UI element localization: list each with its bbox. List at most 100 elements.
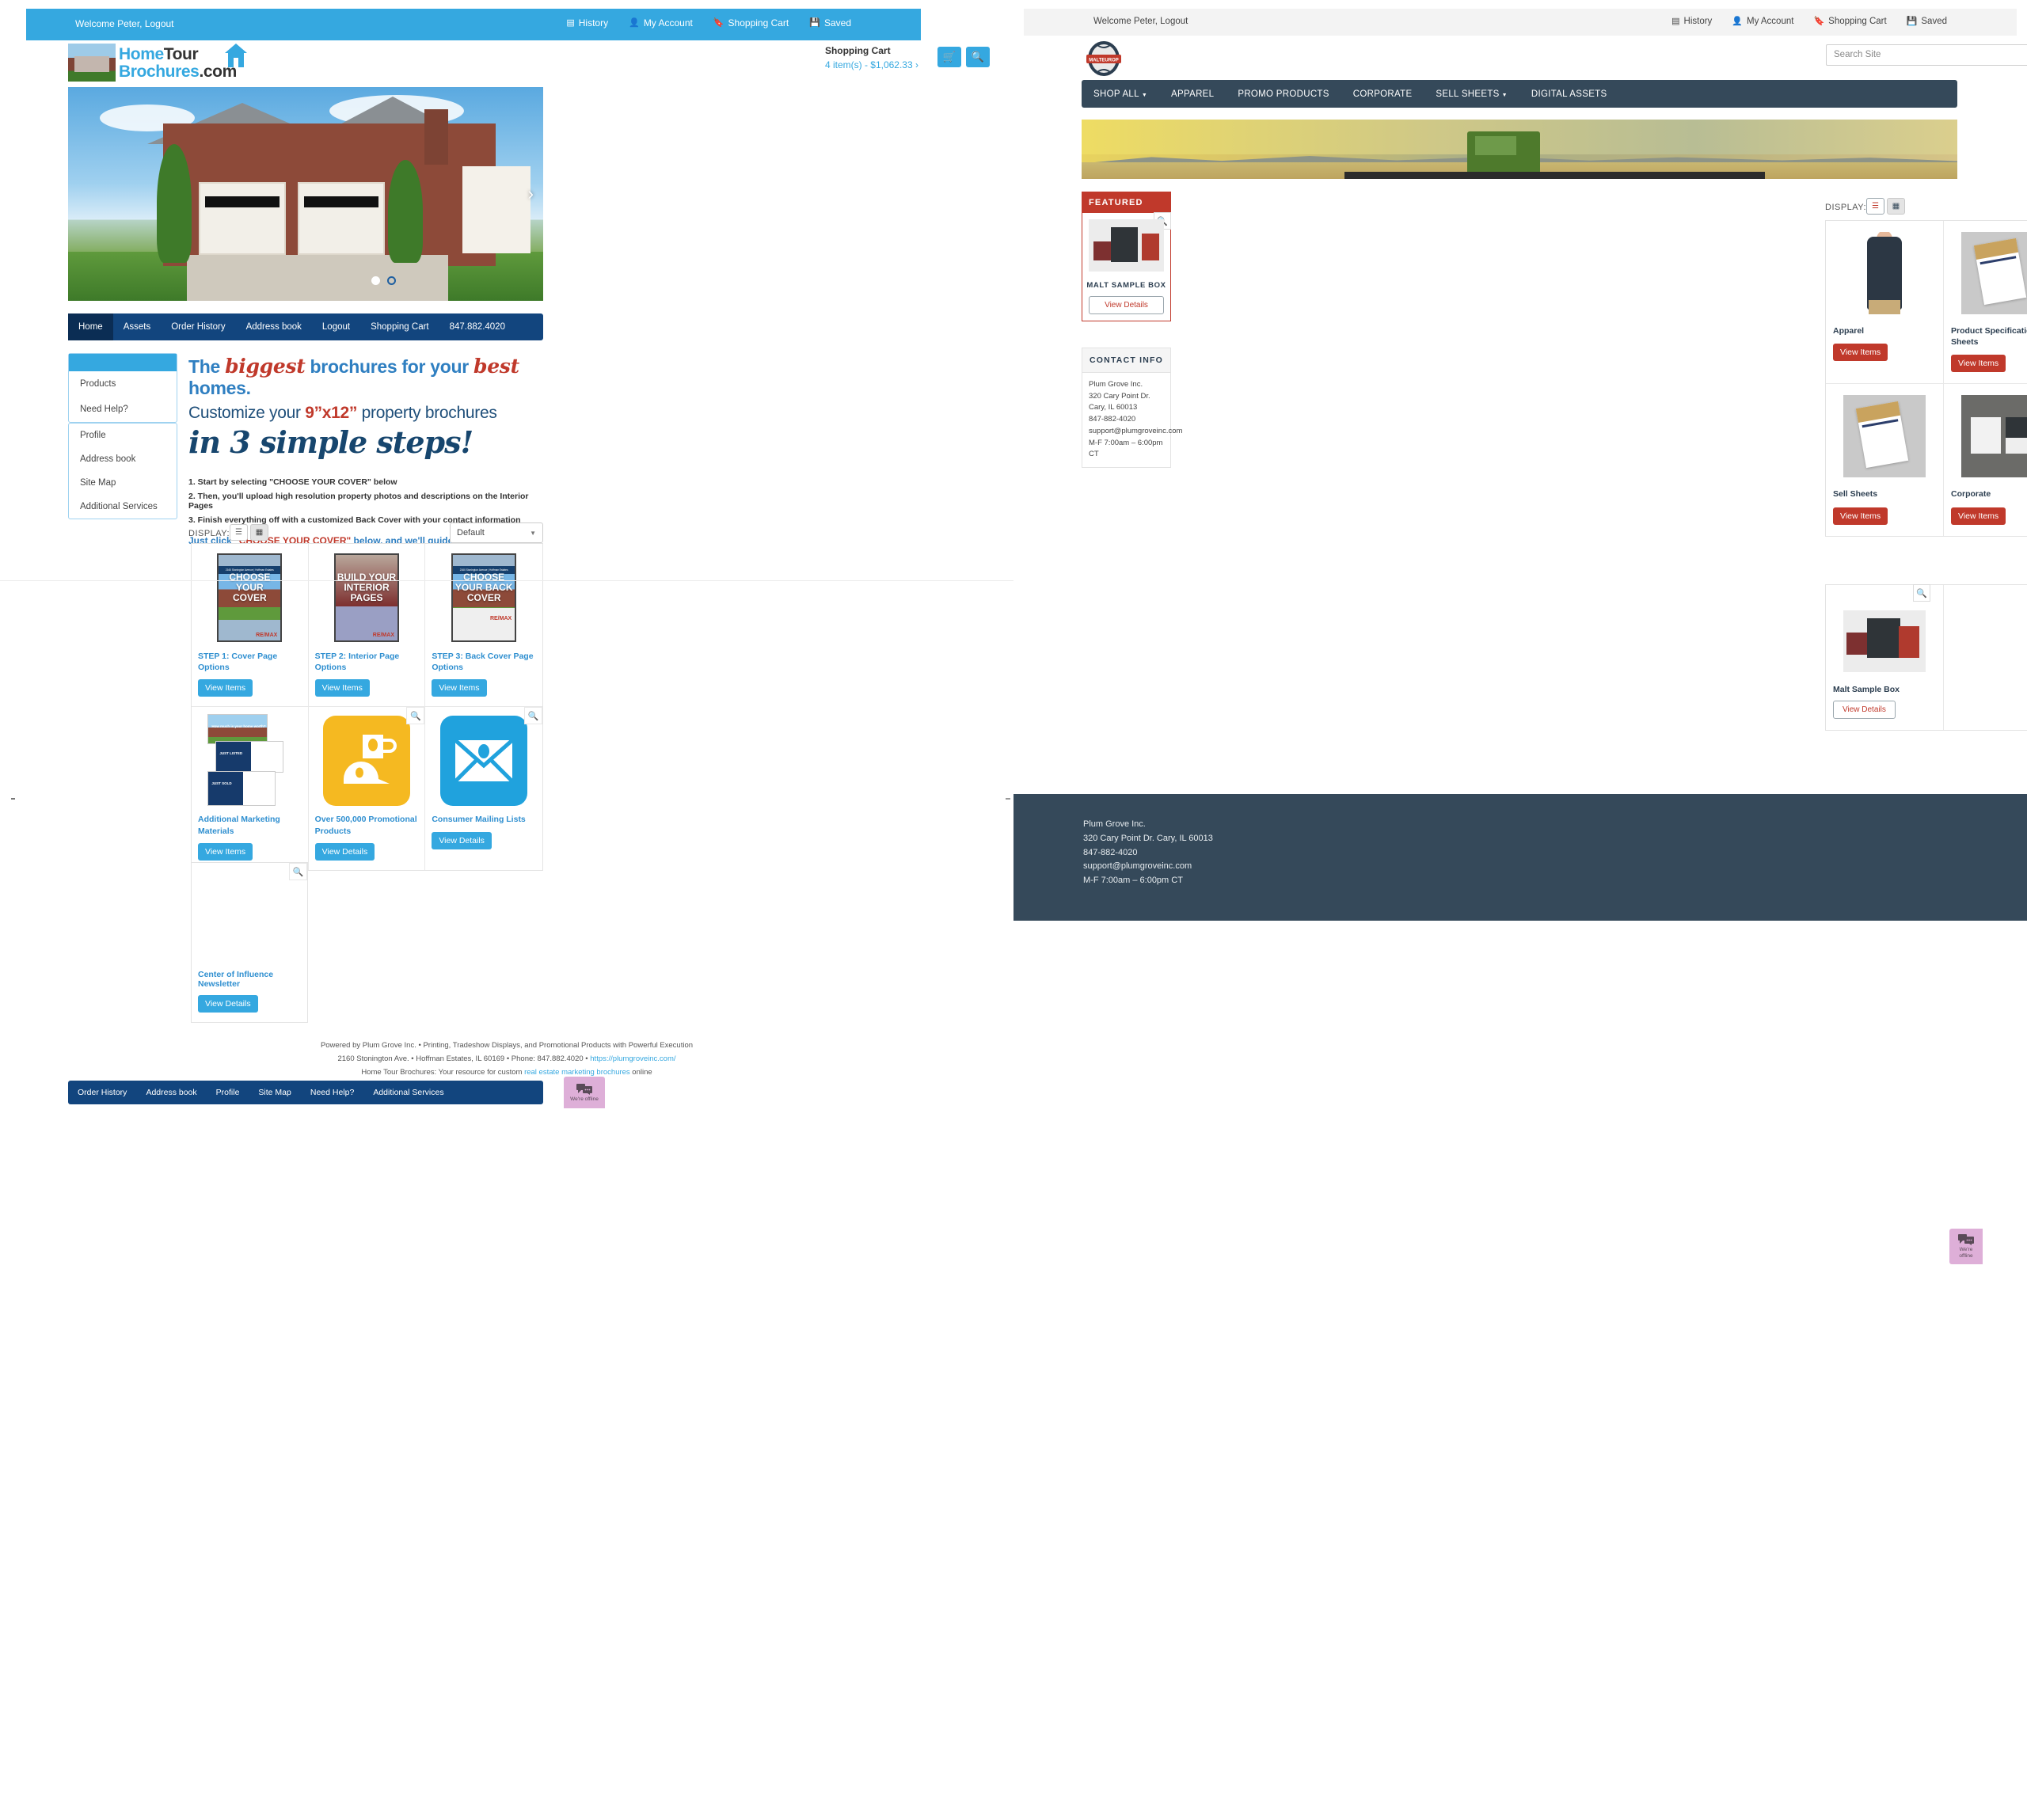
product-card[interactable]: 🔍 Center of Influence Newsletter View De… — [191, 862, 308, 1023]
sort-select-a[interactable]: Default ▼ — [450, 522, 543, 543]
utility-link-history-b[interactable]: ▤ History — [1671, 17, 1712, 26]
carousel-dot-active[interactable] — [371, 276, 380, 285]
view-details-button[interactable]: View Details — [432, 831, 492, 849]
footer-nav-address-book[interactable]: Address book — [136, 1088, 206, 1097]
sidebar-item-need-help[interactable]: Need Help? — [69, 397, 177, 422]
footer-website-link[interactable]: https://plumgroveinc.com/ — [590, 1054, 675, 1063]
zoom-icon[interactable]: 🔍 — [1913, 584, 1930, 602]
view-details-button[interactable]: View Details — [1833, 701, 1896, 719]
carousel-dots[interactable] — [371, 276, 396, 285]
view-details-button[interactable]: View Details — [314, 842, 375, 861]
footer-keyword-link[interactable]: real estate marketing brochures — [524, 1068, 630, 1077]
site-logo-a[interactable]: HomeTour Brochures.com — [68, 44, 247, 82]
nav-item-home[interactable]: Home — [68, 313, 113, 340]
utility-link-shopping-cart-b[interactable]: 🔖 Shopping Cart — [1813, 17, 1886, 26]
view-items-button[interactable]: View Items — [1833, 507, 1888, 525]
product-title[interactable]: Over 500,000 Promotional Products — [315, 814, 419, 836]
utility-link-my-account-a[interactable]: 👤 My Account — [629, 17, 693, 28]
nav-item-shop-all[interactable]: SHOP ALL ▼ — [1082, 89, 1159, 99]
nav-item-logout[interactable]: Logout — [312, 313, 360, 340]
utility-link-shopping-cart-a[interactable]: 🔖 Shopping Cart — [713, 17, 789, 28]
sidebar-item-address-book[interactable]: Address book — [69, 447, 177, 471]
nav-item-assets[interactable]: Assets — [113, 313, 162, 340]
product-title[interactable]: Sell Sheets — [1833, 488, 1936, 500]
site-logo-b[interactable]: MALTEUROP — [1082, 40, 1126, 77]
footer-nav-a[interactable]: Order History Address book Profile Site … — [68, 1081, 543, 1104]
product-card[interactable]: BUILD YOUR INTERIOR PAGES RE/MAX STEP 2:… — [308, 544, 426, 708]
utility-link-history-a[interactable]: ▤ History — [566, 17, 608, 28]
sidebar-item-site-map[interactable]: Site Map — [69, 471, 177, 495]
search-input-b[interactable]: Search Site — [1826, 44, 2027, 66]
sidebar-item-products[interactable]: Products — [69, 371, 177, 397]
utility-link-saved-b[interactable]: 💾 Saved — [1907, 17, 1947, 26]
nav-item-phone[interactable]: 847.882.4020 — [439, 313, 515, 340]
view-items-button[interactable]: View Items — [1951, 507, 2006, 525]
product-card[interactable]: Corporate View Items — [1944, 384, 2027, 535]
product-card[interactable]: Apparel View Items — [1826, 221, 1944, 385]
view-items-button[interactable]: View Items — [314, 679, 370, 697]
contact-email[interactable]: support@plumgroveinc.com — [1089, 426, 1182, 438]
main-nav-a[interactable]: Home Assets Order History Address book L… — [68, 313, 543, 340]
product-title[interactable]: Consumer Mailing Lists — [432, 814, 536, 825]
cart-button-a[interactable]: 🛒 — [937, 47, 961, 67]
search-button-a[interactable]: 🔍 — [966, 47, 990, 67]
utility-link-saved-a[interactable]: 💾 Saved — [809, 17, 851, 28]
cart-summary-a[interactable]: Shopping Cart 4 item(s) - $1,062.33 › — [825, 45, 918, 70]
display-list-view-toggle-a[interactable]: ☰ — [230, 524, 248, 541]
footer-phone[interactable]: 847-882-4020 — [1083, 846, 1213, 861]
product-card[interactable]: Product Specification Sheets View Items — [1944, 221, 2027, 385]
product-title[interactable]: Product Specification Sheets — [1951, 325, 2027, 348]
nav-item-digital-assets[interactable]: DIGITAL ASSETS — [1519, 89, 1619, 99]
zoom-icon[interactable]: 🔍 — [289, 863, 307, 880]
product-title[interactable]: STEP 1: Cover Page Options — [198, 651, 302, 673]
sidebar-item-additional-services[interactable]: Additional Services — [69, 495, 177, 519]
product-card[interactable]: 2160 Stonington Avenue | Hoffman Estates… — [192, 544, 309, 708]
product-title[interactable]: Apparel — [1833, 325, 1936, 336]
contact-phone[interactable]: 847-882-4020 — [1089, 414, 1164, 426]
nav-item-corporate[interactable]: CORPORATE — [1341, 89, 1424, 99]
display-list-view-toggle-b[interactable]: ☰ — [1866, 198, 1884, 215]
product-card[interactable]: How much is your home worth? JUST LISTED… — [192, 707, 309, 870]
nav-item-sell-sheets[interactable]: SELL SHEETS ▼ — [1424, 89, 1519, 99]
hero-carousel-a[interactable]: › — [68, 87, 543, 301]
footer-nav-profile[interactable]: Profile — [207, 1088, 249, 1097]
view-items-button[interactable]: View Items — [1833, 344, 1888, 362]
view-items-button[interactable]: View Items — [198, 842, 253, 861]
zoom-icon[interactable]: 🔍 — [406, 707, 425, 725]
carousel-dot[interactable] — [387, 276, 396, 285]
carousel-next-arrow[interactable]: › — [528, 184, 534, 204]
view-items-button[interactable]: View Items — [432, 679, 487, 697]
view-items-button[interactable]: View Items — [198, 679, 253, 697]
footer-nav-need-help[interactable]: Need Help? — [301, 1088, 363, 1097]
product-card[interactable]: 🔍 Over 500,000 Promotional Products View… — [309, 707, 426, 870]
product-title[interactable]: Additional Marketing Materials — [198, 814, 302, 836]
display-grid-view-toggle-b[interactable]: ▦ — [1887, 198, 1905, 215]
chat-widget-b[interactable]: We're offline — [1949, 1229, 1983, 1264]
footer-nav-site-map[interactable]: Site Map — [249, 1088, 300, 1097]
sidebar-item-profile[interactable]: Profile — [69, 424, 177, 447]
display-grid-view-toggle-a[interactable]: ▦ — [250, 524, 268, 541]
product-title[interactable]: STEP 2: Interior Page Options — [315, 651, 419, 673]
zoom-icon[interactable]: 🔍 — [524, 707, 543, 725]
utility-link-my-account-b[interactable]: 👤 My Account — [1732, 17, 1793, 26]
nav-item-shopping-cart[interactable]: Shopping Cart — [360, 313, 439, 340]
view-items-button[interactable]: View Items — [1951, 355, 2006, 373]
nav-item-address-book[interactable]: Address book — [236, 313, 312, 340]
product-card[interactable]: Sell Sheets View Items — [1826, 384, 1944, 536]
view-details-button[interactable]: View Details — [198, 995, 258, 1013]
nav-item-apparel[interactable]: APPAREL — [1159, 89, 1226, 99]
product-card[interactable]: 🔍 Consumer Mailing Lists View Details — [425, 707, 543, 869]
chat-widget-a[interactable]: We're offline — [564, 1077, 605, 1108]
product-title[interactable]: STEP 3: Back Cover Page Options — [432, 651, 536, 673]
product-title[interactable]: Center of Influence Newsletter — [198, 970, 301, 989]
nav-item-promo-products[interactable]: PROMO PRODUCTS — [1226, 89, 1341, 99]
footer-email[interactable]: support@plumgroveinc.com — [1083, 860, 1213, 874]
featured-view-details-button[interactable]: View Details — [1089, 296, 1164, 314]
product-card[interactable]: 2160 Stonington Avenue | Hoffman Estates… — [425, 544, 543, 708]
product-title[interactable]: Malt Sample Box — [1833, 685, 1936, 694]
nav-item-order-history[interactable]: Order History — [161, 313, 235, 340]
footer-nav-additional-services[interactable]: Additional Services — [363, 1088, 453, 1097]
product-title[interactable]: Corporate — [1951, 488, 2027, 500]
product-card[interactable]: 🔍 Malt Sample Box View Details — [1826, 584, 1944, 730]
footer-nav-order-history[interactable]: Order History — [68, 1088, 136, 1097]
